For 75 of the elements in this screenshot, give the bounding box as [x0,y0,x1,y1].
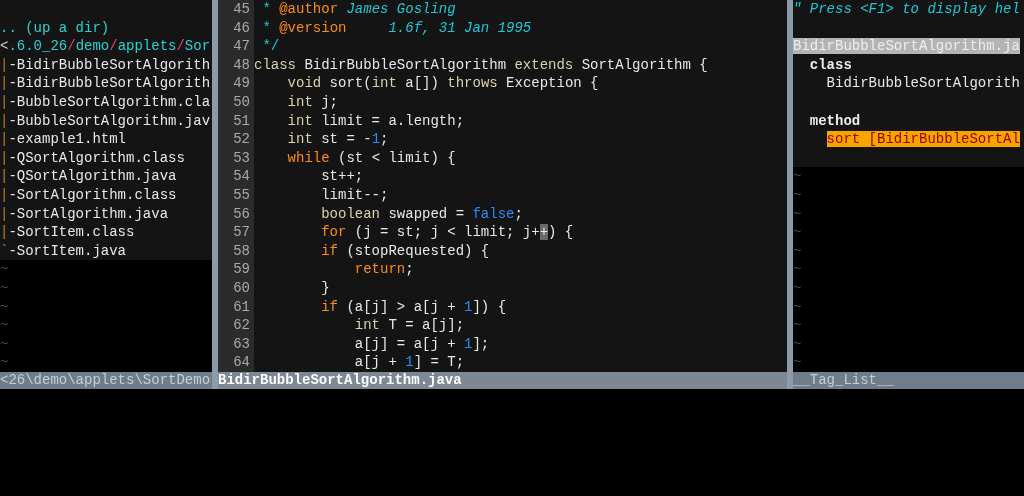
directory-path: <.6.0_26/demo/applets/Sor [0,38,211,55]
file-entry[interactable]: -SortItem.class [8,224,135,241]
tree-branch: | [0,224,9,241]
empty-line-marker: ~ [793,335,802,352]
code-line: int st = -1; [286,130,389,149]
code-line: * @version 1.6f, 31 Jan 1995 [261,18,532,38]
line-number: 59 [218,260,254,279]
tree-branch: | [0,168,9,185]
code-line: st++; [320,167,364,186]
code-line: int T = a[j]; [353,316,465,335]
file-entry[interactable]: -BubbleSortAlgorithm.cla [8,93,211,110]
file-entry[interactable]: -BidirBubbleSortAlgorith [8,75,211,92]
line-number: 54 [218,167,254,186]
file-entry[interactable]: -BidirBubbleSortAlgorith [8,56,211,73]
code-line: a[j] = a[j + 1]; [353,334,490,354]
tree-branch: | [0,186,9,203]
code-line: } [320,278,330,298]
empty-line-marker: ~ [793,279,802,296]
code-line: if (a[j] > a[j + 1]) { [320,297,507,317]
tree-branch: | [0,131,9,148]
empty-line-marker: ~ [793,186,802,203]
empty-line-marker: ~ [0,317,9,334]
code-line: while (st < limit) { [286,148,456,168]
code-line: void sort(int a[]) throws Exception { [286,74,599,93]
code-line: */ [261,37,280,56]
code-line: * @author James Gosling [261,0,456,19]
tree-branch: | [0,112,9,129]
line-number: 49 [218,74,254,93]
line-number: 45 [218,0,254,19]
file-entry[interactable]: -example1.html [8,131,127,148]
empty-line-marker: ~ [793,242,802,259]
line-number: 57 [218,223,254,242]
empty-line-marker: ~ [793,317,802,334]
empty-line-marker: ~ [0,354,9,371]
tree-branch: | [0,205,9,222]
tag-category: method [809,112,861,129]
empty-line-marker: ~ [793,168,802,185]
file-entry[interactable]: -QSortAlgorithm.class [8,149,185,166]
tree-branch: | [0,75,9,92]
file-entry[interactable]: -BubbleSortAlgorithm.jav [8,112,211,129]
code-line: for (j = st; j < limit; j++) { [320,223,574,242]
file-entry[interactable]: -QSortAlgorithm.java [8,168,177,185]
empty-line-marker: ~ [793,298,802,315]
code-line: int j; [286,92,339,112]
file-entry[interactable]: -SortItem.java [8,242,127,259]
code-line: return; [353,260,414,279]
tree-branch: | [0,149,9,166]
empty-line-marker: ~ [0,261,9,278]
empty-line-marker: ~ [793,205,802,222]
file-entry[interactable]: -SortAlgorithm.java [8,205,169,222]
parent-dir-entry: .. (up a dir) [0,19,110,36]
code-line: if (stopRequested) { [320,241,490,261]
file-entry[interactable]: -SortAlgorithm.class [8,186,177,203]
line-number: 52 [218,130,254,149]
tree-branch: ` [0,242,9,259]
code-line: limit--; [320,185,389,205]
code-line: boolean swapped = false; [320,204,523,224]
empty-line-marker: ~ [0,335,9,352]
tree-branch: | [0,93,9,110]
code-line: a[j + 1] = T; [353,353,465,372]
empty-line-marker: ~ [793,224,802,241]
tag-category: class [809,56,852,73]
empty-line-marker: ~ [0,298,9,315]
tree-branch: | [0,56,9,73]
code-line: class BidirBubbleSortAlgorithm extends SortAlgorithm { [254,55,708,75]
line-number: 64 [218,353,254,372]
empty-line-marker: ~ [793,354,802,371]
help-hint: " Press <F1> to display hel [793,1,1020,17]
tag-entry[interactable]: sort [BidirBubbleSortAl [826,131,1020,148]
file-name-header: BidirBubbleSortAlgorithm.ja [793,38,1020,55]
line-number: 47 [218,37,254,56]
line-number: 62 [218,316,254,335]
empty-line-marker: ~ [793,261,802,278]
code-line: int limit = a.length; [286,111,465,131]
empty-line-marker: ~ [0,279,9,296]
